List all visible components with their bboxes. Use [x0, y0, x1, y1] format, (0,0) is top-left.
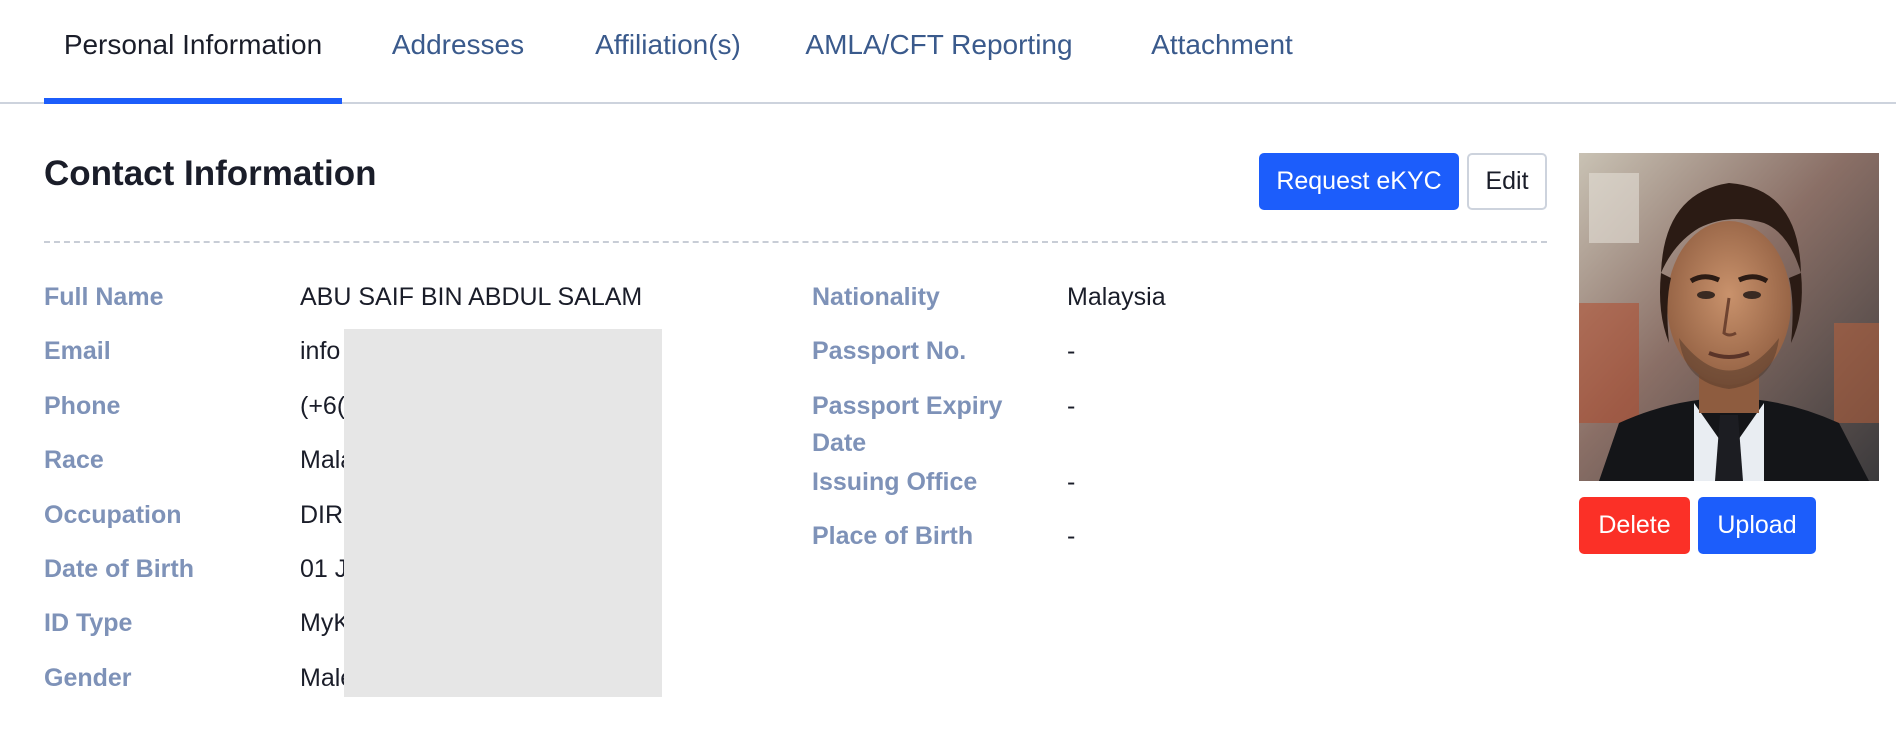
- id-type-label: ID Type: [44, 609, 133, 637]
- phone-label: Phone: [44, 392, 121, 420]
- race-label: Race: [44, 446, 104, 474]
- issuing-office-value: -: [1067, 468, 1076, 496]
- redaction-box: [344, 329, 662, 697]
- phone-value: (+6(: [300, 392, 346, 420]
- tab-bar: Personal Information Addresses Affiliati…: [0, 0, 1896, 104]
- active-tab-indicator: [44, 98, 342, 104]
- tab-attachment[interactable]: Attachment: [1130, 0, 1314, 104]
- issuing-office-label: Issuing Office: [812, 468, 978, 496]
- date-of-birth-label: Date of Birth: [44, 555, 194, 583]
- request-ekyc-button[interactable]: Request eKYC: [1259, 153, 1459, 210]
- upload-photo-button[interactable]: Upload: [1698, 497, 1816, 554]
- passport-expiry-value: -: [1067, 392, 1076, 420]
- section-divider: [44, 241, 1547, 243]
- tab-addresses[interactable]: Addresses: [370, 0, 546, 104]
- section-title: Contact Information: [44, 154, 377, 193]
- occupation-label: Occupation: [44, 501, 182, 529]
- nationality-label: Nationality: [812, 283, 940, 311]
- tab-affiliations[interactable]: Affiliation(s): [574, 0, 762, 104]
- delete-photo-button[interactable]: Delete: [1579, 497, 1690, 554]
- passport-no-value: -: [1067, 337, 1076, 365]
- full-name-label: Full Name: [44, 283, 164, 311]
- passport-expiry-label-line2: Date: [812, 429, 867, 457]
- place-of-birth-value: -: [1067, 522, 1076, 550]
- profile-photo: [1579, 153, 1879, 481]
- passport-expiry-label: Passport Expiry: [812, 392, 1003, 420]
- tab-personal-information[interactable]: Personal Information: [44, 0, 342, 104]
- profile-photo-image: [1579, 153, 1879, 481]
- edit-button[interactable]: Edit: [1467, 153, 1547, 210]
- tab-amla-cft-reporting[interactable]: AMLA/CFT Reporting: [794, 0, 1084, 104]
- date-of-birth-value: 01 J: [300, 555, 348, 583]
- nationality-value: Malaysia: [1067, 283, 1166, 311]
- full-name-value: ABU SAIF BIN ABDUL SALAM: [300, 283, 643, 311]
- gender-label: Gender: [44, 664, 132, 692]
- place-of-birth-label: Place of Birth: [812, 522, 974, 550]
- email-label: Email: [44, 337, 111, 365]
- email-value: info: [300, 337, 341, 365]
- passport-no-label: Passport No.: [812, 337, 967, 365]
- id-type-value: MyK: [300, 609, 350, 637]
